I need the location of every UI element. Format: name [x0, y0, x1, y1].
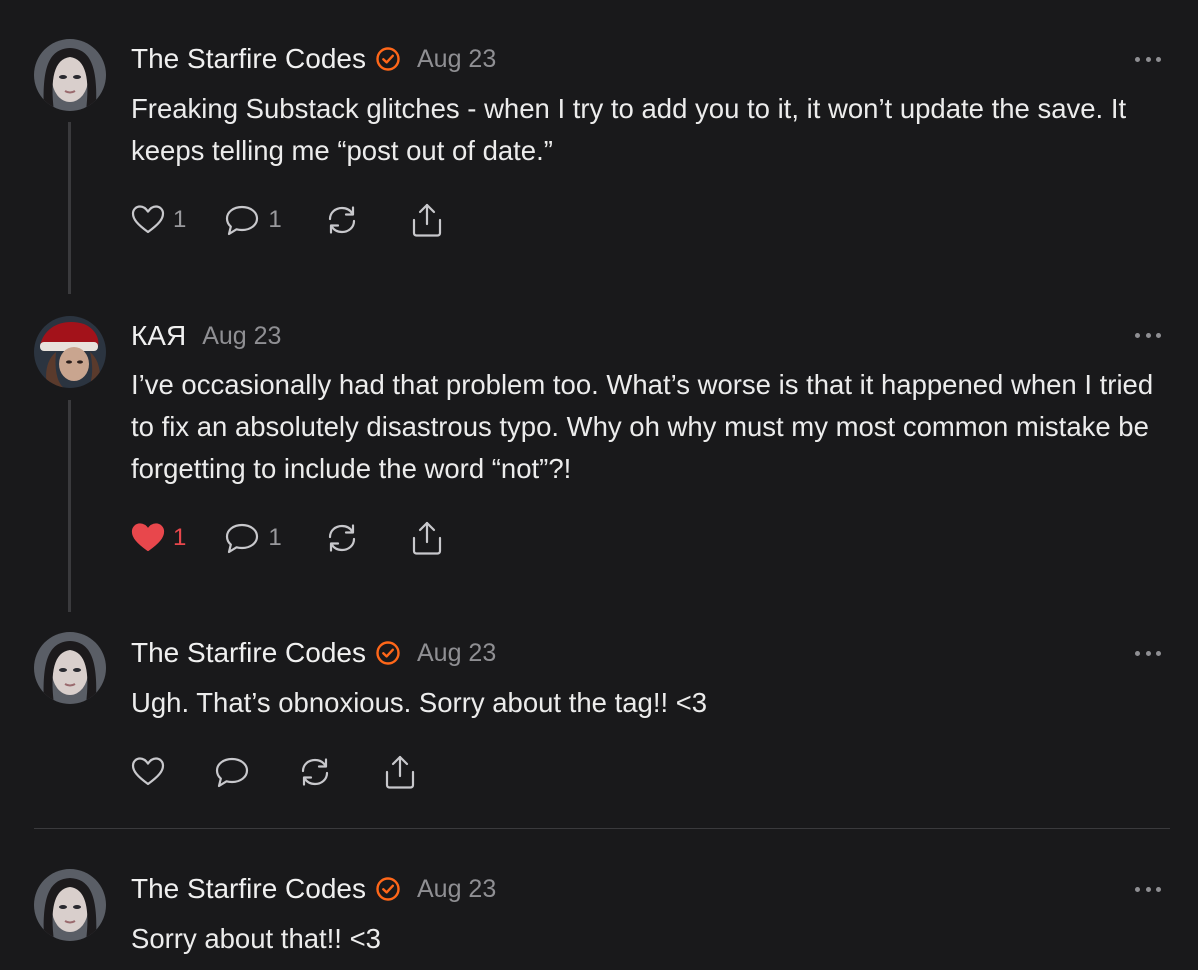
restack-button[interactable]: [325, 203, 359, 237]
author-name[interactable]: The Starfire Codes: [131, 637, 366, 669]
like-count: 1: [173, 206, 187, 233]
share-button[interactable]: [383, 754, 417, 790]
share-button[interactable]: [410, 202, 444, 238]
comment-header: The Starfire Codes Aug 23: [131, 635, 496, 671]
comment-date[interactable]: Aug 23: [417, 45, 496, 74]
author-name[interactable]: КАЯ: [131, 320, 186, 352]
like-button[interactable]: 1: [131, 203, 186, 237]
heart-icon: [131, 757, 165, 786]
verified-badge-icon: [375, 876, 401, 902]
reply-button[interactable]: 1: [224, 521, 282, 555]
comment-header: The Starfire Codes Aug 23: [131, 871, 496, 907]
comment-text: Sorry about that!! <3: [131, 923, 381, 954]
comment-thread: The Starfire Codes Aug 23 Freaking Subst…: [0, 0, 1198, 970]
comment-text: Freaking Substack glitches - when I try …: [131, 93, 1127, 166]
comment: КАЯ Aug 23 I’ve occasionally had that pr…: [0, 300, 1198, 612]
thread-line: [68, 400, 71, 612]
heart-icon: [131, 523, 165, 552]
share-icon: [385, 755, 415, 789]
restack-icon: [328, 206, 355, 234]
comment-text: Ugh. That’s obnoxious. Sorry about the t…: [131, 687, 708, 718]
author-name[interactable]: The Starfire Codes: [131, 873, 366, 905]
more-options-icon[interactable]: [1135, 648, 1161, 658]
share-icon: [412, 203, 441, 237]
comment-date[interactable]: Aug 23: [417, 639, 496, 668]
comment-actions: 1 1: [131, 518, 444, 558]
starfire-avatar: [34, 39, 106, 111]
restack-button[interactable]: [298, 755, 332, 789]
starfire-avatar: [34, 869, 106, 941]
avatar[interactable]: [34, 316, 106, 388]
comment-bubble-icon: [226, 205, 259, 236]
comment-header: The Starfire Codes Aug 23: [131, 41, 496, 77]
avatar[interactable]: [34, 632, 106, 704]
comment: The Starfire Codes Aug 23 Sorry about th…: [0, 829, 1198, 970]
restack-icon: [328, 524, 355, 552]
heart-icon: [131, 205, 165, 234]
more-options-icon[interactable]: [1135, 330, 1161, 340]
comment-actions: 1 1: [131, 200, 444, 240]
comment: The Starfire Codes Aug 23 Freaking Subst…: [0, 0, 1198, 300]
reply-count: 1: [268, 206, 282, 233]
avatar[interactable]: [34, 39, 106, 111]
reply-count: 1: [268, 524, 282, 551]
share-icon: [412, 521, 441, 555]
comment-bubble-icon: [226, 523, 259, 554]
comment-date[interactable]: Aug 23: [417, 875, 496, 904]
reply-button[interactable]: 1: [224, 203, 282, 237]
restack-icon: [301, 758, 329, 786]
more-options-icon[interactable]: [1135, 54, 1161, 64]
starfire-avatar: [34, 632, 106, 704]
verified-badge-icon: [375, 46, 401, 72]
comment-date[interactable]: Aug 23: [202, 322, 281, 351]
more-options-icon[interactable]: [1135, 884, 1161, 894]
like-button[interactable]: 1: [131, 521, 186, 555]
comment-header: КАЯ Aug 23: [131, 318, 281, 354]
author-name[interactable]: The Starfire Codes: [131, 43, 366, 75]
thread-line: [68, 122, 71, 294]
restack-button[interactable]: [325, 521, 359, 555]
like-count: 1: [173, 524, 187, 551]
comment-text: I’ve occasionally had that problem too. …: [131, 369, 1154, 484]
like-button[interactable]: [131, 755, 165, 789]
comment-bubble-icon: [215, 757, 249, 788]
share-button[interactable]: [410, 520, 444, 556]
kaya-avatar: [34, 316, 106, 388]
avatar[interactable]: [34, 869, 106, 941]
comment: The Starfire Codes Aug 23 Ugh. That’s ob…: [0, 610, 1198, 828]
reply-button[interactable]: [214, 755, 250, 789]
comment-actions: [131, 752, 417, 792]
verified-badge-icon: [375, 640, 401, 666]
